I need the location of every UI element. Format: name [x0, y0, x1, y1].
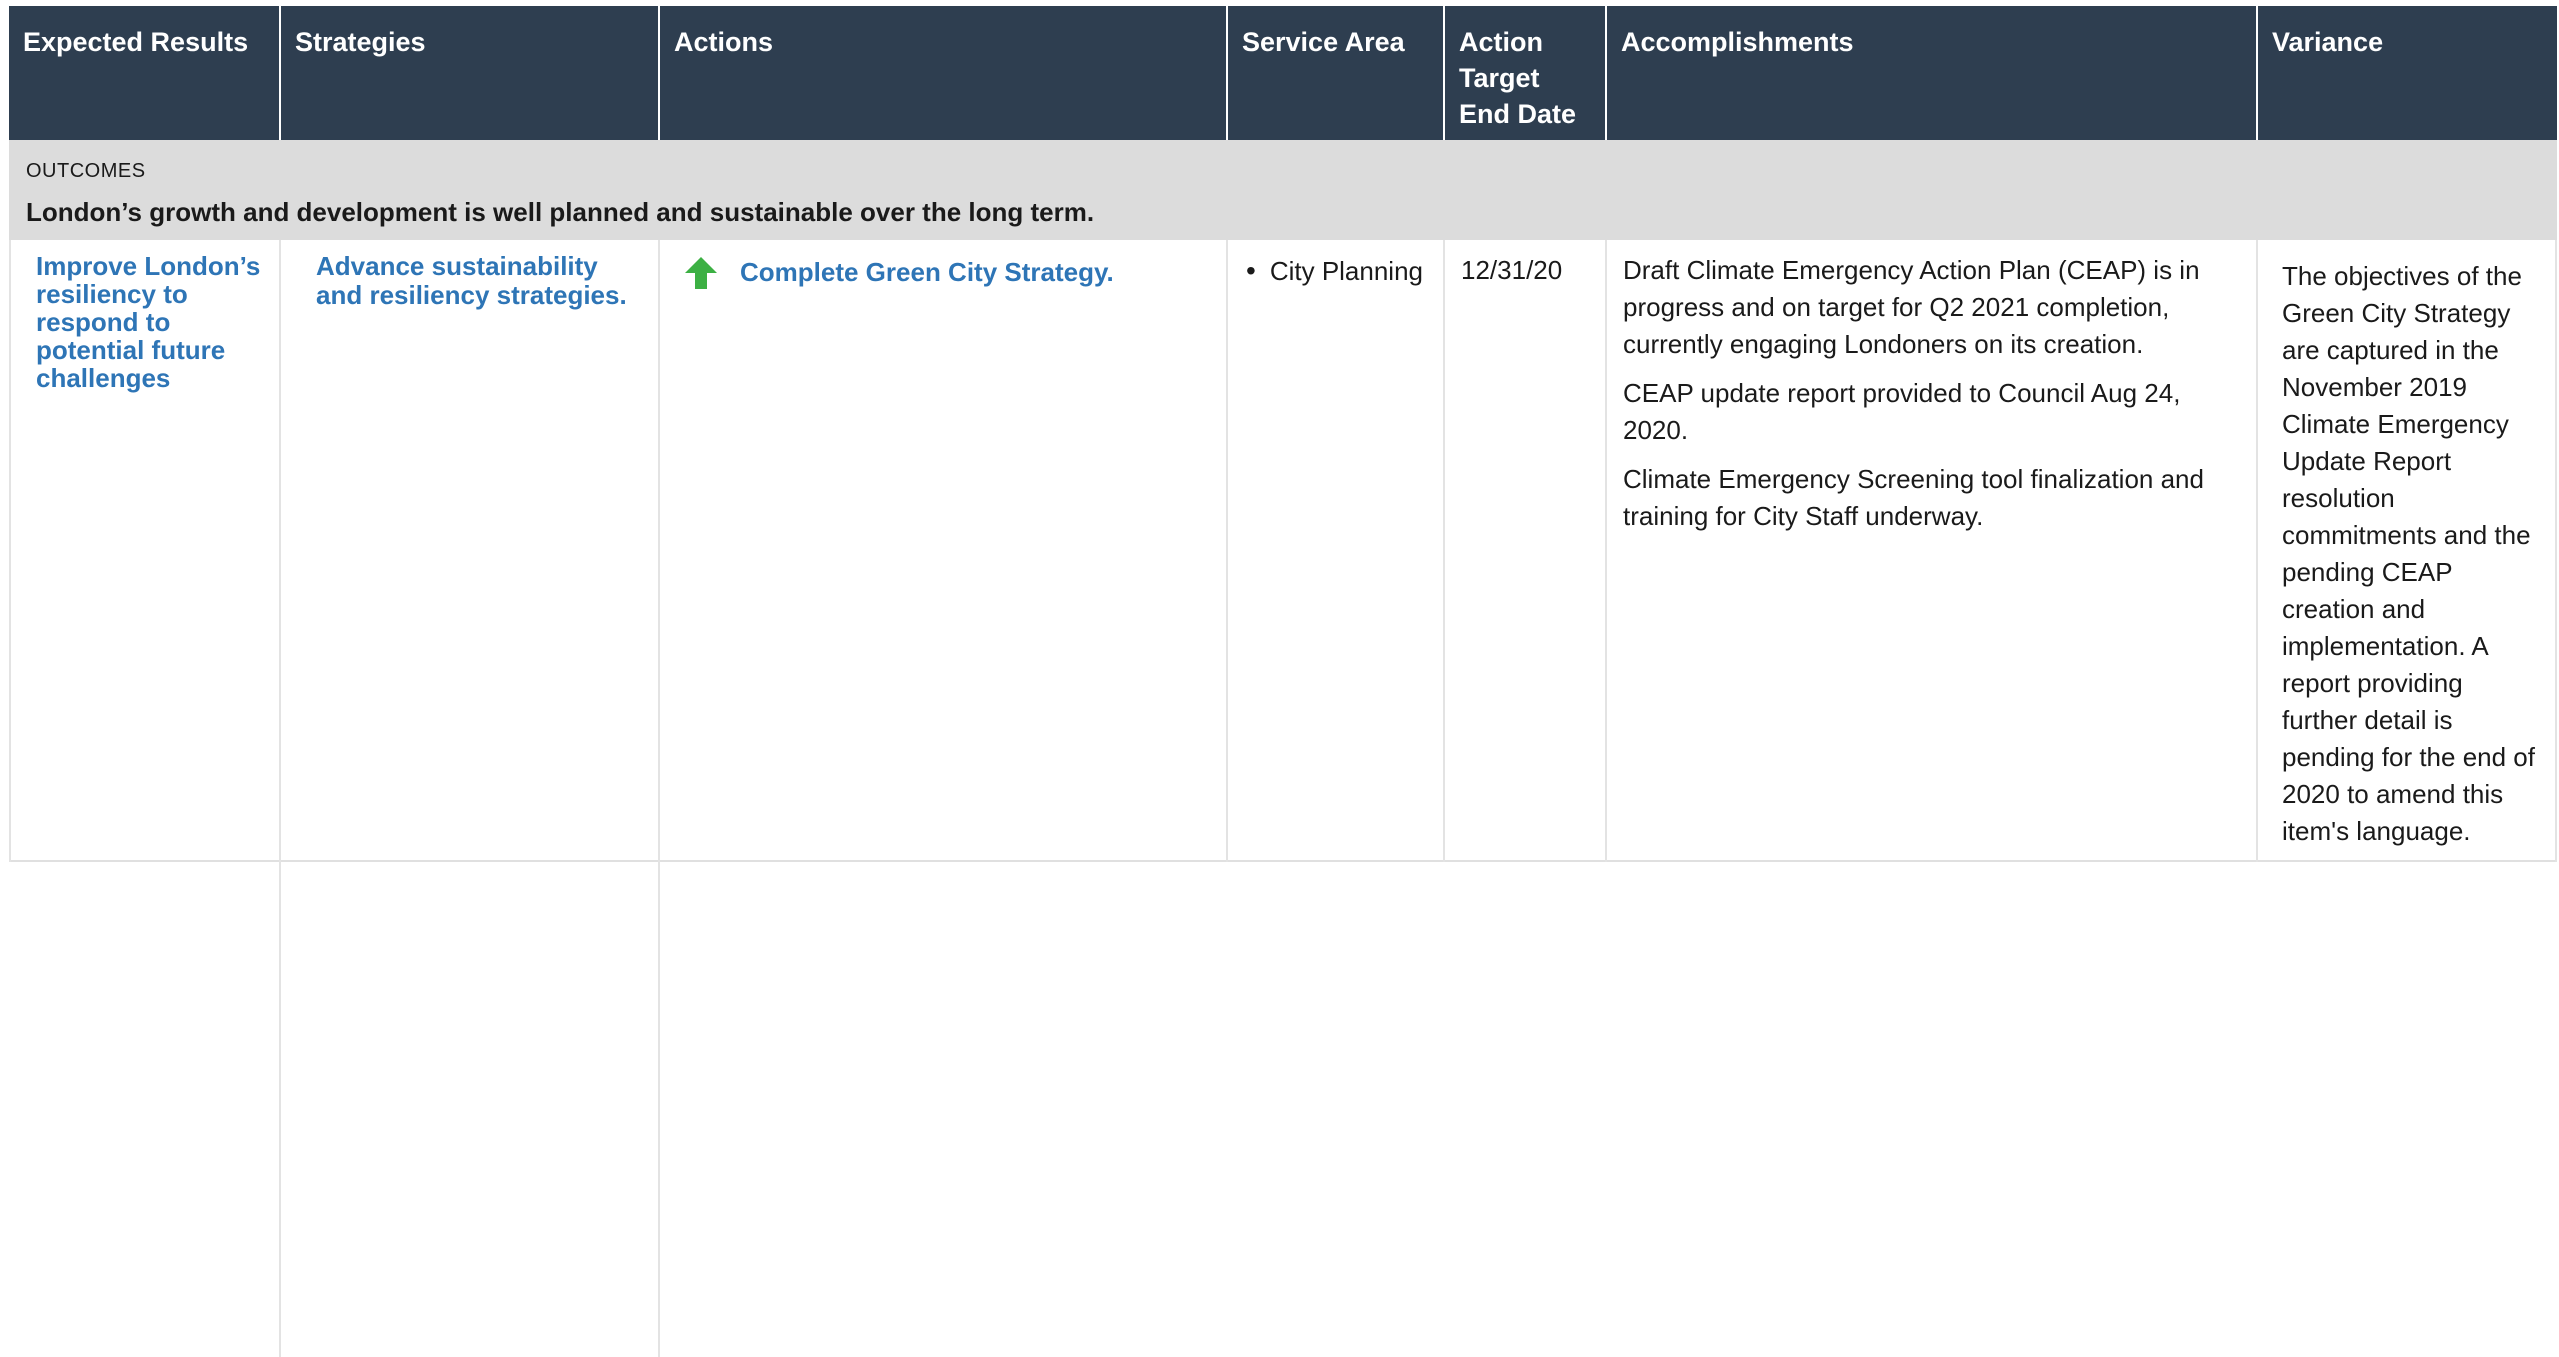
accomplishment-item: CEAP update report provided to Council A…	[1623, 378, 2181, 445]
cell-expected-result: Improve London’s resiliency to respond t…	[9, 240, 279, 392]
divider	[658, 240, 660, 1357]
divider	[2256, 240, 2258, 862]
header-expected-results-label: Expected Results	[23, 27, 249, 57]
header-accomplishments-label: Accomplishments	[1621, 27, 1854, 57]
green-up-arrow-icon	[684, 256, 718, 300]
cell-service-area: City Planning	[1228, 240, 1443, 290]
table-row: Improve London’s resiliency to respond t…	[9, 240, 2557, 862]
header-service-area: Service Area	[1228, 6, 1443, 140]
header-strategies-label: Strategies	[295, 27, 426, 57]
header-service-area-label: Service Area	[1242, 27, 1405, 57]
header-actions: Actions	[660, 6, 1226, 140]
divider	[2555, 240, 2557, 862]
cell-action: Complete Green City Strategy.	[660, 240, 1226, 300]
variance-text: The objectives of the Green City Strateg…	[2282, 261, 2535, 846]
outcomes-label: OUTCOMES	[26, 160, 146, 182]
header-variance-label: Variance	[2272, 27, 2384, 57]
header-action-target-end-date-label: Action Target End Date	[1459, 27, 1577, 129]
outcomes-text: London’s growth and development is well …	[26, 197, 1095, 227]
header-action-target-end-date: Action Target End Date	[1445, 6, 1605, 140]
header-expected-results: Expected Results	[9, 6, 279, 140]
expected-result-link[interactable]: Improve London’s resiliency to respond t…	[36, 251, 260, 393]
target-end-date: 12/31/20	[1461, 255, 1563, 285]
divider	[1605, 240, 1607, 862]
divider	[1226, 240, 1228, 862]
cell-target-end-date: 12/31/20	[1445, 240, 1605, 289]
service-area-item: City Planning	[1246, 256, 1423, 286]
outcomes-band: OUTCOMES London’s growth and development…	[9, 140, 2557, 240]
divider	[1443, 240, 1445, 862]
strategy-link[interactable]: Advance sustainability and resiliency st…	[316, 251, 627, 310]
divider	[9, 240, 11, 862]
action-link[interactable]: Complete Green City Strategy.	[740, 257, 1114, 287]
cell-variance: The objectives of the Green City Strateg…	[2258, 240, 2557, 850]
cell-strategy: Advance sustainability and resiliency st…	[281, 240, 658, 310]
divider	[279, 240, 281, 1357]
header-variance: Variance	[2258, 6, 2557, 140]
header-accomplishments: Accomplishments	[1607, 6, 2256, 140]
header-actions-label: Actions	[674, 27, 774, 57]
accomplishment-item: Climate Emergency Screening tool finaliz…	[1623, 464, 2204, 531]
cell-accomplishments: Draft Climate Emergency Action Plan (CEA…	[1607, 240, 2256, 547]
accomplishment-item: Draft Climate Emergency Action Plan (CEA…	[1623, 255, 2200, 359]
header-strategies: Strategies	[281, 6, 658, 140]
